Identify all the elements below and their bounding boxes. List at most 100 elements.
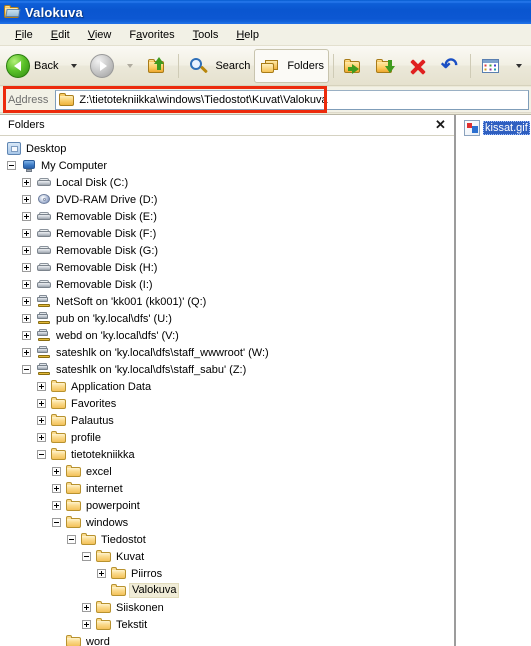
expand-plus-icon[interactable]: [97, 569, 106, 578]
views-button[interactable]: [475, 49, 507, 83]
expand-plus-icon[interactable]: [22, 297, 31, 306]
tree-item[interactable]: Kuvat: [0, 548, 454, 565]
tree-item[interactable]: Tiedostot: [0, 531, 454, 548]
explorer-panes: Folders ✕ Desktop My Computer Local Disk (…: [0, 114, 531, 646]
collapse-minus-icon[interactable]: [52, 518, 61, 527]
computer-icon: [21, 158, 37, 173]
expand-plus-icon[interactable]: [22, 178, 31, 187]
copy-to-folder-icon: [374, 55, 398, 77]
tree-item[interactable]: Removable Disk (G:): [0, 242, 454, 259]
tree-item-label: sateshlk on 'ky.local\dfs\staff_sabu' (Z…: [56, 364, 247, 376]
collapse-minus-icon[interactable]: [37, 450, 46, 459]
expand-plus-icon[interactable]: [22, 314, 31, 323]
copy-to-button[interactable]: [370, 49, 402, 83]
tree-item-label: Local Disk (C:): [56, 177, 129, 189]
tree-item[interactable]: Valokuva: [0, 582, 454, 599]
move-to-button[interactable]: [338, 49, 370, 83]
tree-item[interactable]: Removable Disk (E:): [0, 208, 454, 225]
folder-icon: [96, 617, 112, 632]
forward-button[interactable]: [86, 49, 118, 83]
tree-item[interactable]: Siiskonen: [0, 599, 454, 616]
expand-plus-icon[interactable]: [22, 212, 31, 221]
tree-item-label: Removable Disk (I:): [56, 279, 153, 291]
close-icon[interactable]: ✕: [433, 117, 448, 132]
drive-icon: [36, 243, 52, 258]
expand-plus-icon[interactable]: [22, 263, 31, 272]
tree-item[interactable]: Piirros: [0, 565, 454, 582]
expand-plus-icon[interactable]: [22, 246, 31, 255]
menu-label-favorites: vorites: [142, 28, 175, 41]
dvd-drive-icon: [36, 192, 52, 207]
tree-item[interactable]: webd on 'ky.local\dfs' (V:): [0, 327, 454, 344]
search-button[interactable]: Search: [183, 49, 254, 83]
window-title: Valokuva: [25, 4, 83, 20]
toolbar-separator: [470, 53, 472, 78]
tree-item[interactable]: DVD-RAM Drive (D:): [0, 191, 454, 208]
tree-item[interactable]: powerpoint: [0, 497, 454, 514]
tree-item[interactable]: sateshlk on 'ky.local\dfs\staff_sabu' (Z…: [0, 361, 454, 378]
menu-item-tools[interactable]: Tools: [184, 27, 228, 43]
address-path-text: Z:\tietotekniikka\windows\Tiedostot\Kuva…: [79, 93, 328, 106]
tree-item[interactable]: pub on 'ky.local\dfs' (U:): [0, 310, 454, 327]
expand-plus-icon[interactable]: [37, 416, 46, 425]
tree-item[interactable]: excel: [0, 463, 454, 480]
expand-plus-icon[interactable]: [22, 331, 31, 340]
tree-item-label: NetSoft on 'kk001 (kk001)' (Q:): [56, 296, 207, 308]
forward-dropdown-button[interactable]: [118, 49, 142, 83]
expand-plus-icon[interactable]: [37, 382, 46, 391]
expand-plus-icon[interactable]: [52, 501, 61, 510]
collapse-minus-icon[interactable]: [22, 365, 31, 374]
back-dropdown-button[interactable]: [62, 49, 86, 83]
search-button-label: Search: [215, 59, 251, 72]
tree-item[interactable]: Removable Disk (F:): [0, 225, 454, 242]
expand-plus-icon[interactable]: [52, 467, 61, 476]
expand-plus-icon[interactable]: [52, 484, 61, 493]
collapse-minus-icon[interactable]: [82, 552, 91, 561]
tree-item[interactable]: internet: [0, 480, 454, 497]
expand-plus-icon[interactable]: [82, 620, 91, 629]
tree-item[interactable]: Removable Disk (I:): [0, 276, 454, 293]
menu-item-favorites[interactable]: Favorites: [120, 27, 183, 43]
tree-item[interactable]: My Computer: [0, 157, 454, 174]
views-icon: [479, 55, 503, 77]
collapse-minus-icon[interactable]: [7, 161, 16, 170]
collapse-minus-icon[interactable]: [67, 535, 76, 544]
expand-plus-icon[interactable]: [37, 433, 46, 442]
address-input[interactable]: Z:\tietotekniikka\windows\Tiedostot\Kuva…: [55, 89, 529, 110]
tree-item[interactable]: windows: [0, 514, 454, 531]
tree-item[interactable]: Removable Disk (H:): [0, 259, 454, 276]
folders-button[interactable]: Folders: [254, 48, 330, 83]
menu-item-view[interactable]: View: [79, 27, 121, 43]
menu-item-edit[interactable]: Edit: [42, 27, 79, 43]
expand-plus-icon[interactable]: [22, 229, 31, 238]
undo-button[interactable]: ↶: [434, 49, 466, 83]
tree-item[interactable]: Tekstit: [0, 616, 454, 633]
list-item[interactable]: kissat.gif: [464, 120, 530, 136]
back-button[interactable]: Back: [2, 49, 62, 83]
tree-item-label: sateshlk on 'ky.local\dfs\staff_wwwroot'…: [56, 347, 269, 359]
menu-item-file[interactable]: File: [6, 27, 42, 43]
expand-plus-icon[interactable]: [37, 399, 46, 408]
tree-item[interactable]: Desktop: [0, 140, 454, 157]
tree-item[interactable]: Application Data: [0, 378, 454, 395]
tree-item[interactable]: tietotekniikka: [0, 446, 454, 463]
tree-item-label: DVD-RAM Drive (D:): [56, 194, 158, 206]
expand-plus-icon[interactable]: [82, 603, 91, 612]
tree-item[interactable]: Palautus: [0, 412, 454, 429]
expand-plus-icon[interactable]: [22, 348, 31, 357]
tree-item[interactable]: sateshlk on 'ky.local\dfs\staff_wwwroot'…: [0, 344, 454, 361]
tree-item[interactable]: word: [0, 633, 454, 646]
tree-item[interactable]: Favorites: [0, 395, 454, 412]
folder-icon: [51, 396, 67, 411]
delete-button[interactable]: [402, 49, 434, 83]
toolbar: Back Search Folders ↶: [0, 46, 531, 86]
expand-plus-icon[interactable]: [22, 280, 31, 289]
up-button[interactable]: [142, 49, 174, 83]
tree-item[interactable]: Local Disk (C:): [0, 174, 454, 191]
expand-plus-icon[interactable]: [22, 195, 31, 204]
tree-item[interactable]: NetSoft on 'kk001 (kk001)' (Q:): [0, 293, 454, 310]
tree-item[interactable]: profile: [0, 429, 454, 446]
views-dropdown-button[interactable]: [507, 49, 531, 83]
menu-item-help[interactable]: Help: [227, 27, 268, 43]
chevron-down-icon: [127, 63, 134, 68]
